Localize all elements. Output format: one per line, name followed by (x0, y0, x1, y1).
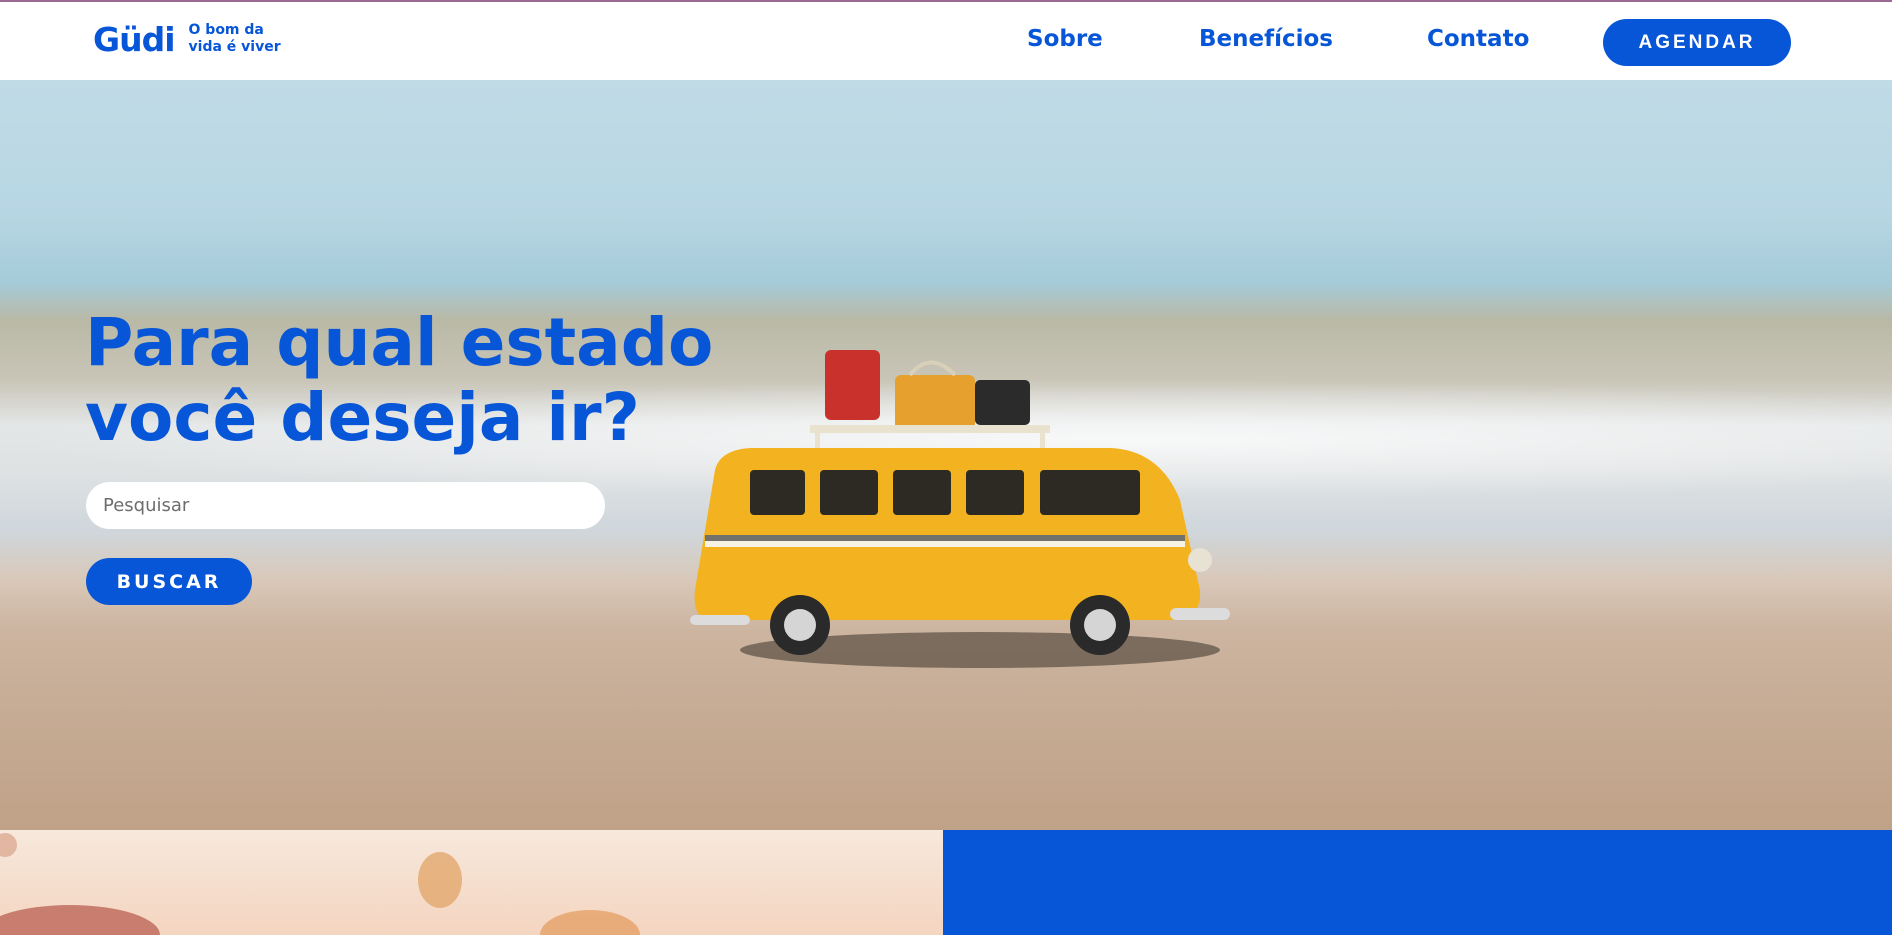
buscar-button[interactable]: BUSCAR (86, 558, 252, 605)
site-header: Güdi O bom da vida é viver Sobre Benefíc… (0, 0, 1892, 80)
balloons-image (0, 830, 943, 935)
agendar-button[interactable]: AGENDAR (1603, 19, 1791, 66)
nav-link-sobre[interactable]: Sobre (1027, 26, 1103, 52)
nav-link-contato[interactable]: Contato (1427, 26, 1529, 52)
blue-feature-panel (943, 830, 1892, 935)
logo[interactable]: Güdi O bom da vida é viver (93, 22, 289, 56)
search-input[interactable] (86, 482, 605, 529)
toy-van-image (690, 350, 1230, 668)
nav-link-beneficios[interactable]: Benefícios (1199, 26, 1333, 52)
logo-wordmark: Güdi (93, 19, 176, 59)
hero-section: Para qual estado você deseja ir? BUSCAR (0, 80, 1892, 830)
logo-tagline: O bom da vida é viver (188, 22, 281, 55)
hero-title: Para qual estado você deseja ir? (85, 304, 714, 456)
